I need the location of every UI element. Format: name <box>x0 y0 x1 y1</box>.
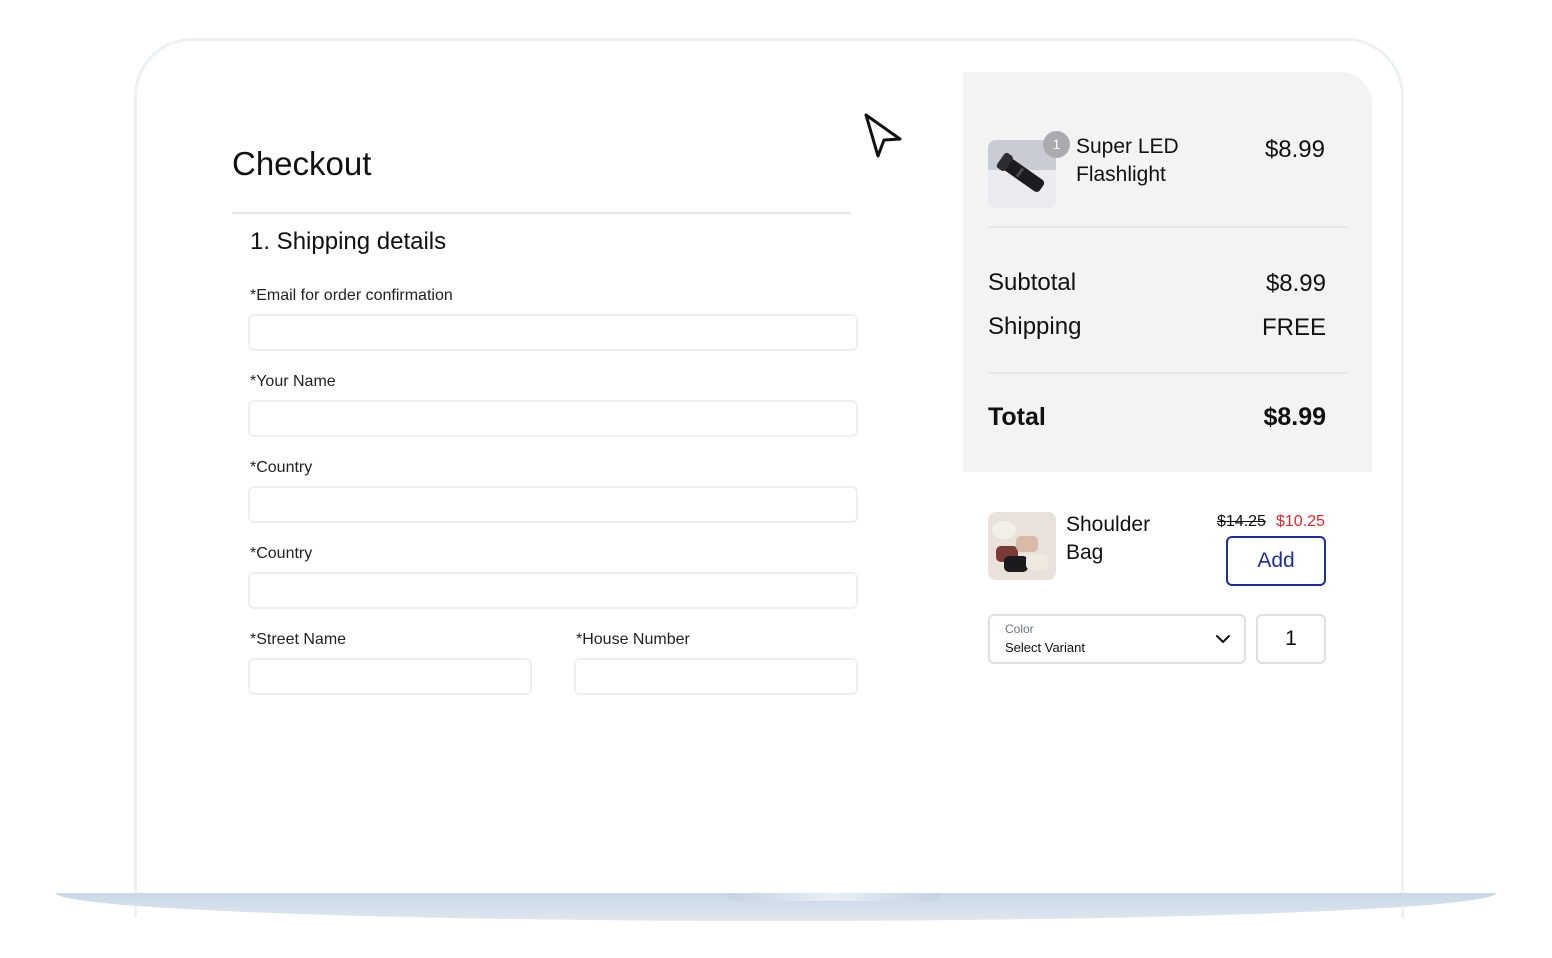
shoulder-bag-thumbnail <box>988 512 1056 580</box>
cart-item-name: Super LED Flashlight <box>1076 133 1179 189</box>
laptop-notch <box>726 893 940 901</box>
title-divider <box>232 212 850 214</box>
email-label: *Email for order confirmation <box>250 287 453 304</box>
variant-select[interactable]: Color Select Variant <box>988 614 1246 664</box>
house-number-label: *House Number <box>576 631 690 648</box>
shipping-value: FREE <box>1261 314 1326 341</box>
cart-item-name-line1: Super LED <box>1076 135 1179 158</box>
street-label: *Street Name <box>250 631 347 648</box>
upsell-name: Shoulder Bag <box>1066 511 1150 567</box>
subtotal-value: $8.99 <box>1265 270 1326 297</box>
upsell-sale-price: $10.25 <box>1276 513 1325 530</box>
house-number-field[interactable] <box>574 658 858 695</box>
name-label: *Your Name <box>250 373 336 390</box>
upsell-name-line1: Shoulder <box>1066 513 1151 536</box>
total-label: Total <box>988 403 1046 431</box>
email-field[interactable] <box>248 314 858 351</box>
page-title: Checkout <box>232 145 372 182</box>
section-title: 1. Shipping details <box>250 228 447 255</box>
summary-divider-2 <box>988 372 1348 374</box>
variant-select-value: Select Variant <box>1005 640 1085 655</box>
country-label-2: *Country <box>250 545 313 562</box>
chevron-down-icon <box>1216 635 1230 643</box>
total-value: $8.99 <box>1263 403 1326 431</box>
name-field[interactable] <box>248 400 858 437</box>
item-quantity-badge: 1 <box>1043 131 1070 158</box>
cart-item-price: $8.99 <box>1264 136 1325 163</box>
add-button[interactable]: Add <box>1226 536 1326 586</box>
cart-item-name-line2: Flashlight <box>1076 163 1166 186</box>
cursor-pointer-icon <box>864 113 902 158</box>
shipping-label: Shipping <box>988 313 1082 340</box>
upsell-old-price: $14.25 <box>1217 513 1266 530</box>
subtotal-label: Subtotal <box>988 269 1077 296</box>
country-label: *Country <box>250 459 313 476</box>
country-field-2[interactable] <box>248 572 858 609</box>
street-field[interactable] <box>248 658 532 695</box>
quantity-input[interactable]: 1 <box>1256 614 1326 664</box>
upsell-name-line2: Bag <box>1066 541 1104 564</box>
variant-select-label: Color <box>1005 622 1034 636</box>
country-field[interactable] <box>248 486 858 523</box>
summary-divider <box>988 226 1348 228</box>
